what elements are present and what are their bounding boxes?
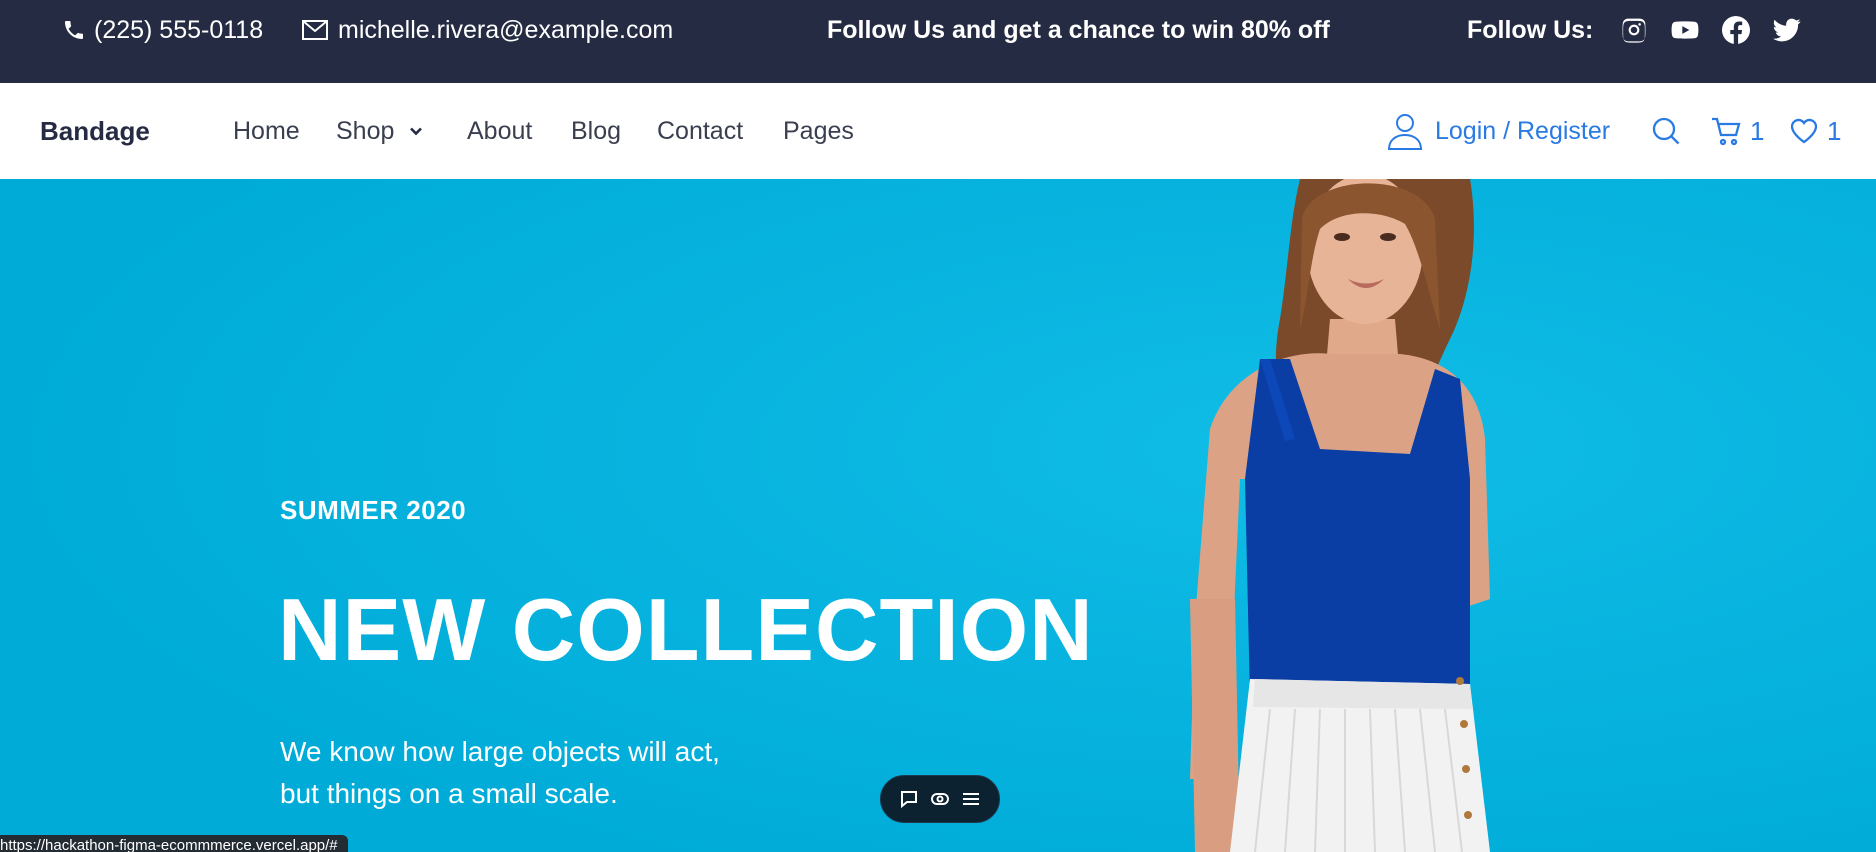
youtube-icon[interactable] [1670, 15, 1700, 45]
nav-shop-label: Shop [336, 116, 395, 145]
login-register-link[interactable]: Login / Register [1385, 83, 1610, 179]
user-icon [1387, 114, 1423, 150]
chevron-down-icon [410, 127, 423, 136]
hero-headline: NEW COLLECTION [278, 580, 1094, 679]
instagram-icon[interactable] [1619, 15, 1649, 45]
nav-pages[interactable]: Pages [783, 83, 854, 179]
status-bar-url: https://hackathon-figma-ecommmerce.verce… [0, 835, 348, 852]
nav-blog[interactable]: Blog [571, 83, 621, 179]
cart-button[interactable]: 1 [1710, 83, 1764, 179]
follow-label: Follow Us: [1467, 15, 1594, 44]
facebook-icon[interactable] [1721, 15, 1751, 45]
cart-count: 1 [1750, 115, 1765, 146]
floating-toolbar [880, 775, 1000, 823]
nav-about[interactable]: About [467, 83, 532, 179]
nav-home[interactable]: Home [233, 83, 300, 179]
hero-subtext: We know how large objects will act, but … [280, 731, 800, 815]
phone-contact[interactable]: (225) 555-0118 [62, 0, 263, 60]
model-image [1190, 179, 1490, 852]
main-navbar: Bandage Home Shop About Blog Contact Pag… [0, 83, 1876, 179]
phone-number: (225) 555-0118 [94, 15, 264, 44]
phone-icon [65, 21, 83, 39]
cart-icon [1712, 117, 1741, 146]
email-address: michelle.rivera@example.com [338, 15, 674, 44]
hero-subtext-line-2: but things on a small scale. [280, 778, 618, 809]
promo-text: Follow Us and get a chance to win 80% of… [827, 15, 1330, 44]
mail-icon [302, 20, 328, 40]
hero-subtext-line-1: We know how large objects will act, [280, 736, 720, 767]
heart-icon [1790, 118, 1818, 144]
top-bar: (225) 555-0118 michelle.rivera@example.c… [0, 0, 1876, 83]
search-button[interactable] [1651, 83, 1681, 179]
menu-icon[interactable] [960, 788, 982, 810]
wishlist-count: 1 [1827, 115, 1842, 146]
hero-season: SUMMER 2020 [280, 495, 467, 525]
eye-icon[interactable] [929, 788, 951, 810]
twitter-icon[interactable] [1772, 15, 1802, 45]
login-label: Login / Register [1435, 116, 1611, 145]
nav-shop[interactable]: Shop [336, 83, 424, 179]
comment-icon[interactable] [898, 788, 920, 810]
hero-banner: SUMMER 2020 NEW COLLECTION We know how l… [0, 179, 1876, 852]
wishlist-button[interactable]: 1 [1789, 83, 1841, 179]
nav-contact[interactable]: Contact [657, 83, 743, 179]
email-contact[interactable]: michelle.rivera@example.com [302, 0, 673, 60]
brand-logo[interactable]: Bandage [40, 83, 150, 179]
search-icon [1652, 117, 1680, 145]
